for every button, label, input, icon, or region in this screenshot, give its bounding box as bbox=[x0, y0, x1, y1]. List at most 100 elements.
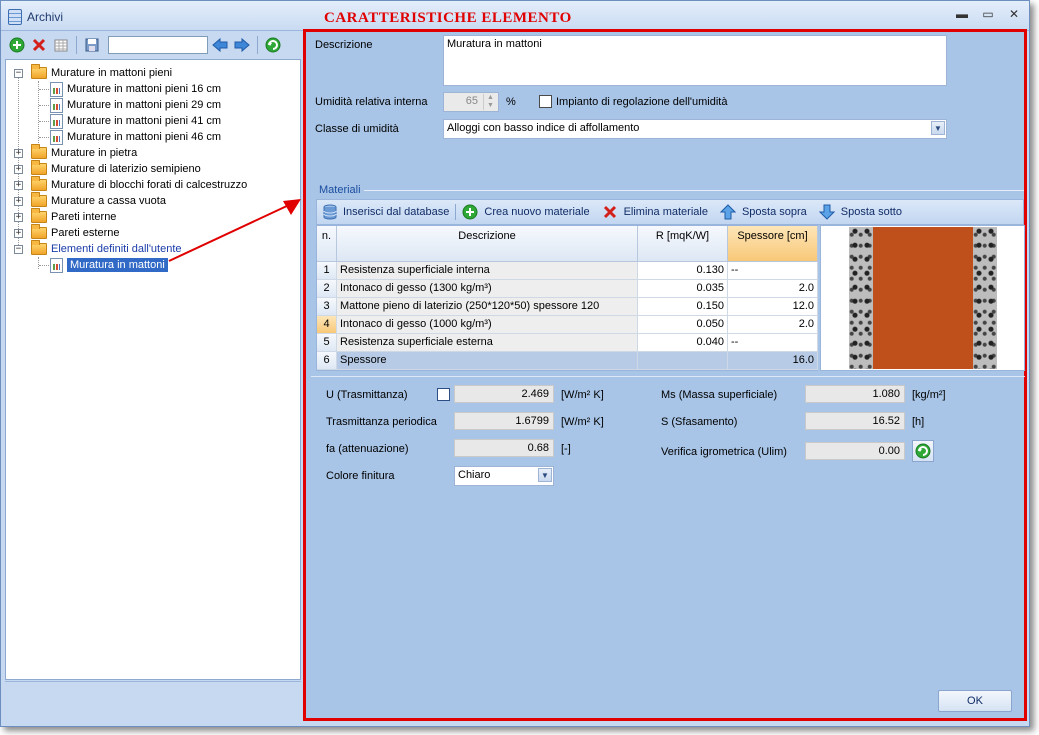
expand-icon[interactable]: + bbox=[14, 181, 23, 190]
verifica-button[interactable] bbox=[912, 440, 934, 462]
tree-folder-pareti-esterne[interactable]: + Pareti esterne bbox=[13, 224, 119, 241]
descrizione-label: Descrizione bbox=[315, 39, 373, 51]
ok-button[interactable]: OK bbox=[938, 690, 1012, 712]
col-header-spessore[interactable]: Spessore [cm] bbox=[728, 226, 818, 262]
col-header-n[interactable]: n. bbox=[317, 226, 337, 262]
tree-folder-pareti-interne[interactable]: + Pareti interne bbox=[13, 208, 117, 225]
expand-icon[interactable]: + bbox=[14, 229, 23, 238]
collapse-icon[interactable]: − bbox=[14, 245, 23, 254]
tree-folder-murature-pietra[interactable]: + Murature in pietra bbox=[13, 144, 137, 161]
tree-folder-laterizio-semipieno[interactable]: + Murature di laterizio semipieno bbox=[13, 160, 201, 177]
maximize-icon[interactable]: ▭ bbox=[981, 7, 995, 21]
cell-spessore[interactable]: 12.0 bbox=[728, 298, 818, 316]
tp-unit: [W/m² K] bbox=[561, 416, 604, 428]
col-header-descrizione[interactable]: Descrizione bbox=[337, 226, 638, 262]
u-checkbox[interactable] bbox=[437, 388, 450, 401]
cell-descrizione[interactable]: Resistenza superficiale esterna bbox=[337, 334, 638, 352]
cell-descrizione[interactable]: Mattone pieno di laterizio (250*120*50) … bbox=[337, 298, 638, 316]
refresh-button[interactable] bbox=[263, 35, 283, 55]
sopra-label: Sposta sopra bbox=[741, 206, 807, 218]
cell-r[interactable]: 0.050 bbox=[638, 316, 728, 334]
tree-folder-elementi-utente[interactable]: − Elementi definiti dall'utente bbox=[13, 240, 182, 257]
u-unit: [W/m² K] bbox=[561, 389, 604, 401]
expand-icon[interactable]: + bbox=[14, 165, 23, 174]
tree-item[interactable]: Murature in mattoni pieni 29 cm bbox=[50, 97, 221, 113]
cell-descrizione[interactable]: Intonaco di gesso (1300 kg/m³) bbox=[337, 280, 638, 298]
umidita-spinner[interactable]: 65 ▲ ▼ bbox=[443, 92, 499, 112]
table-row[interactable]: 1 Resistenza superficiale interna 0.130 … bbox=[317, 262, 818, 280]
descrizione-field[interactable]: Muratura in mattoni bbox=[443, 35, 947, 86]
ms-value: 1.080 bbox=[805, 385, 905, 403]
tree-label: Murature in mattoni pieni 41 cm bbox=[67, 115, 222, 127]
row-number: 3 bbox=[317, 298, 337, 316]
minimize-icon[interactable]: ▬ bbox=[955, 7, 969, 21]
chevron-down-icon[interactable]: ▼ bbox=[931, 121, 945, 135]
cell-spessore[interactable]: -- bbox=[728, 334, 818, 352]
arrow-left-icon bbox=[212, 37, 228, 53]
cell-descrizione: Spessore bbox=[337, 352, 638, 370]
close-icon[interactable]: ✕ bbox=[1007, 7, 1021, 21]
cell-descrizione[interactable]: Intonaco di gesso (1000 kg/m³) bbox=[337, 316, 638, 334]
crea-materiale-button[interactable]: Crea nuovo materiale bbox=[456, 204, 595, 220]
add-icon bbox=[462, 204, 478, 220]
umidita-label: Umidità relativa interna bbox=[315, 96, 428, 108]
element-icon bbox=[50, 113, 63, 129]
materiali-toolbar: Inserisci dal database Crea nuovo materi… bbox=[316, 199, 1024, 225]
fa-value: 0.68 bbox=[454, 439, 554, 457]
table-row[interactable]: 3 Mattone pieno di laterizio (250*120*50… bbox=[317, 298, 818, 316]
tree-item[interactable]: Murature in mattoni pieni 46 cm bbox=[50, 129, 221, 145]
fa-unit: [-] bbox=[561, 443, 571, 455]
search-input[interactable] bbox=[108, 36, 208, 54]
col-header-r[interactable]: R [mqK/W] bbox=[638, 226, 728, 262]
tree-item[interactable]: Murature in mattoni pieni 16 cm bbox=[50, 81, 221, 97]
cell-r bbox=[638, 352, 728, 370]
cell-r[interactable]: 0.040 bbox=[638, 334, 728, 352]
cell-spessore[interactable]: -- bbox=[728, 262, 818, 280]
impianto-checkbox[interactable] bbox=[539, 95, 552, 108]
sposta-sopra-button[interactable]: Sposta sopra bbox=[714, 204, 813, 220]
umidita-unit: % bbox=[506, 96, 516, 108]
tree-label: Murature a cassa vuota bbox=[51, 195, 166, 207]
forward-button[interactable] bbox=[232, 35, 252, 55]
add-button[interactable] bbox=[7, 35, 27, 55]
cell-spessore[interactable]: 2.0 bbox=[728, 316, 818, 334]
collapse-icon[interactable]: − bbox=[14, 69, 23, 78]
tree-folder-cassa-vuota[interactable]: + Murature a cassa vuota bbox=[13, 192, 166, 209]
arrow-right-icon bbox=[234, 37, 250, 53]
cell-r[interactable]: 0.035 bbox=[638, 280, 728, 298]
elimina-materiale-button[interactable]: Elimina materiale bbox=[596, 204, 714, 220]
table-row[interactable]: 5 Resistenza superficiale esterna 0.040 … bbox=[317, 334, 818, 352]
archive-tree[interactable]: − Murature in mattoni pieni Murature in … bbox=[5, 59, 301, 680]
expand-icon[interactable]: + bbox=[14, 149, 23, 158]
classe-select[interactable]: Alloggi con basso indice di affollamento… bbox=[443, 119, 947, 139]
spinner-arrows-icon[interactable]: ▲ ▼ bbox=[483, 94, 497, 110]
sposta-sotto-button[interactable]: Sposta sotto bbox=[813, 204, 908, 220]
colore-select[interactable]: Chiaro ▼ bbox=[454, 466, 554, 486]
expand-icon[interactable]: + bbox=[14, 197, 23, 206]
tree-label: Pareti interne bbox=[51, 211, 117, 223]
copy-button[interactable] bbox=[51, 35, 71, 55]
expand-icon[interactable]: + bbox=[14, 213, 23, 222]
materiali-table[interactable]: n. Descrizione R [mqK/W] Spessore [cm] 1… bbox=[316, 225, 818, 371]
cell-r[interactable]: 0.150 bbox=[638, 298, 728, 316]
tree-folder-murature-mattoni-pieni[interactable]: − Murature in mattoni pieni bbox=[13, 64, 172, 81]
table-row[interactable]: 2 Intonaco di gesso (1300 kg/m³) 0.035 2… bbox=[317, 280, 818, 298]
tp-value: 1.6799 bbox=[454, 412, 554, 430]
refresh-icon bbox=[915, 443, 931, 459]
save-button[interactable] bbox=[82, 35, 102, 55]
cell-spessore: 16.0 bbox=[728, 352, 818, 370]
delete-icon bbox=[603, 205, 616, 219]
elimina-label: Elimina materiale bbox=[623, 206, 708, 218]
cell-r[interactable]: 0.130 bbox=[638, 262, 728, 280]
folder-icon bbox=[31, 64, 47, 79]
tree-label: Murature in mattoni pieni 29 cm bbox=[67, 99, 222, 111]
tree-item[interactable]: Murature in mattoni pieni 41 cm bbox=[50, 113, 221, 129]
back-button[interactable] bbox=[210, 35, 230, 55]
cell-spessore[interactable]: 2.0 bbox=[728, 280, 818, 298]
tree-item-selected[interactable]: Muratura in mattoni bbox=[50, 257, 168, 273]
inserisci-database-button[interactable]: Inserisci dal database bbox=[317, 204, 455, 220]
cell-descrizione[interactable]: Resistenza superficiale interna bbox=[337, 262, 638, 280]
chevron-down-icon[interactable]: ▼ bbox=[538, 468, 552, 482]
table-row-selected[interactable]: 4 Intonaco di gesso (1000 kg/m³) 0.050 2… bbox=[317, 316, 818, 334]
delete-button[interactable] bbox=[29, 35, 49, 55]
